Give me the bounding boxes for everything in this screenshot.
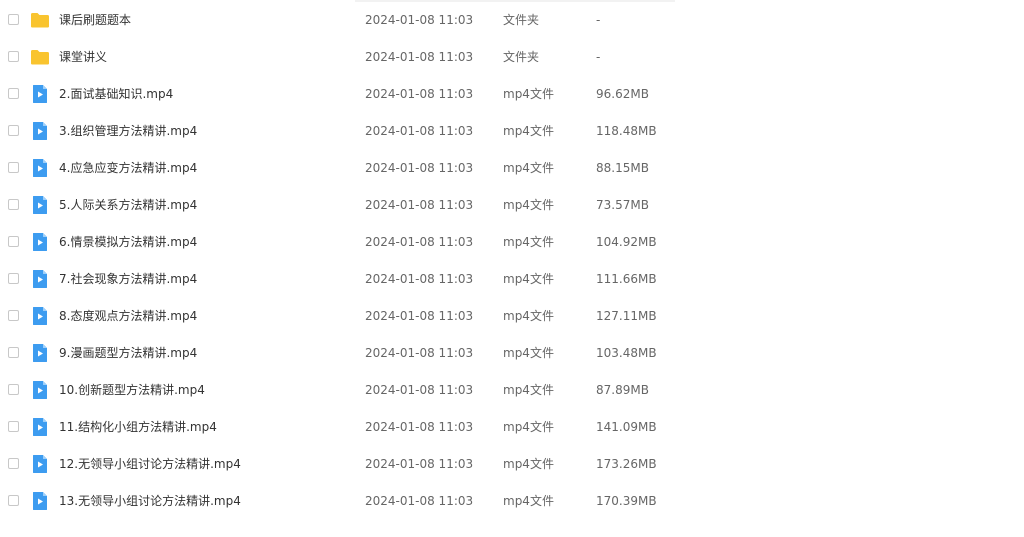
file-name[interactable]: 课后刷题题本	[59, 12, 131, 28]
select-checkbox[interactable]	[8, 347, 19, 358]
select-checkbox[interactable]	[8, 458, 19, 469]
folder-icon	[30, 10, 50, 30]
modified-date: 2024-01-08 11:03	[365, 13, 474, 27]
folder-icon	[30, 47, 50, 67]
file-name[interactable]: 4.应急应变方法精讲.mp4	[59, 160, 197, 176]
file-list: 课后刷题题本 2024-01-08 11:03 文件夹 - 课堂讲义 2024-01-0…	[0, 2, 1024, 520]
file-row[interactable]: 12.无领导小组讨论方法精讲.mp4 2024-01-08 11:03 mp4文件 1…	[0, 446, 1024, 483]
file-row[interactable]: 课后刷题题本 2024-01-08 11:03 文件夹 -	[0, 2, 1024, 39]
modified-date: 2024-01-08 11:03	[365, 420, 474, 434]
file-row[interactable]: 3.组织管理方法精讲.mp4 2024-01-08 11:03 mp4文件 118.4…	[0, 113, 1024, 150]
modified-date: 2024-01-08 11:03	[365, 87, 474, 101]
video-file-icon	[30, 121, 50, 141]
select-checkbox[interactable]	[8, 310, 19, 321]
file-name[interactable]: 8.态度观点方法精讲.mp4	[59, 308, 197, 324]
file-row[interactable]: 4.应急应变方法精讲.mp4 2024-01-08 11:03 mp4文件 88.15…	[0, 150, 1024, 187]
file-name[interactable]: 9.漫画题型方法精讲.mp4	[59, 345, 197, 361]
select-checkbox[interactable]	[8, 384, 19, 395]
file-row[interactable]: 9.漫画题型方法精讲.mp4 2024-01-08 11:03 mp4文件 103.4…	[0, 335, 1024, 372]
file-name[interactable]: 课堂讲义	[59, 49, 107, 65]
file-size: 127.11MB	[596, 309, 657, 323]
file-type: mp4文件	[503, 198, 554, 212]
file-type: mp4文件	[503, 383, 554, 397]
select-checkbox[interactable]	[8, 51, 19, 62]
file-row[interactable]: 13.无领导小组讨论方法精讲.mp4 2024-01-08 11:03 mp4文件 1…	[0, 483, 1024, 520]
file-size: 87.89MB	[596, 383, 649, 397]
select-checkbox[interactable]	[8, 162, 19, 173]
file-type: 文件夹	[503, 13, 540, 27]
file-name[interactable]: 12.无领导小组讨论方法精讲.mp4	[59, 456, 241, 472]
file-name[interactable]: 2.面试基础知识.mp4	[59, 86, 173, 102]
file-row[interactable]: 课堂讲义 2024-01-08 11:03 文件夹 -	[0, 39, 1024, 76]
file-type: mp4文件	[503, 272, 554, 286]
modified-date: 2024-01-08 11:03	[365, 309, 474, 323]
file-type: mp4文件	[503, 420, 554, 434]
file-type: mp4文件	[503, 346, 554, 360]
file-size: 118.48MB	[596, 124, 657, 138]
file-size: 103.48MB	[596, 346, 657, 360]
file-row[interactable]: 7.社会现象方法精讲.mp4 2024-01-08 11:03 mp4文件 111.6…	[0, 261, 1024, 298]
modified-date: 2024-01-08 11:03	[365, 161, 474, 175]
file-name[interactable]: 6.情景模拟方法精讲.mp4	[59, 234, 197, 250]
file-size: 170.39MB	[596, 494, 657, 508]
file-type: mp4文件	[503, 124, 554, 138]
file-name[interactable]: 5.人际关系方法精讲.mp4	[59, 197, 197, 213]
select-checkbox[interactable]	[8, 14, 19, 25]
file-name[interactable]: 13.无领导小组讨论方法精讲.mp4	[59, 493, 241, 509]
modified-date: 2024-01-08 11:03	[365, 235, 474, 249]
video-file-icon	[30, 343, 50, 363]
file-size: -	[596, 50, 601, 64]
file-size: 88.15MB	[596, 161, 649, 175]
file-row[interactable]: 11.结构化小组方法精讲.mp4 2024-01-08 11:03 mp4文件 141…	[0, 409, 1024, 446]
video-file-icon	[30, 84, 50, 104]
file-type: mp4文件	[503, 457, 554, 471]
video-file-icon	[30, 380, 50, 400]
modified-date: 2024-01-08 11:03	[365, 198, 474, 212]
file-row[interactable]: 5.人际关系方法精讲.mp4 2024-01-08 11:03 mp4文件 73.57…	[0, 187, 1024, 224]
video-file-icon	[30, 158, 50, 178]
file-name[interactable]: 11.结构化小组方法精讲.mp4	[59, 419, 217, 435]
file-size: 141.09MB	[596, 420, 657, 434]
modified-date: 2024-01-08 11:03	[365, 346, 474, 360]
video-file-icon	[30, 195, 50, 215]
file-type: mp4文件	[503, 161, 554, 175]
modified-date: 2024-01-08 11:03	[365, 494, 474, 508]
file-type: 文件夹	[503, 50, 540, 64]
modified-date: 2024-01-08 11:03	[365, 272, 474, 286]
modified-date: 2024-01-08 11:03	[365, 383, 474, 397]
file-size: 96.62MB	[596, 87, 649, 101]
select-checkbox[interactable]	[8, 495, 19, 506]
file-row[interactable]: 2.面试基础知识.mp4 2024-01-08 11:03 mp4文件 96.62MB	[0, 76, 1024, 113]
file-size: -	[596, 13, 601, 27]
modified-date: 2024-01-08 11:03	[365, 124, 474, 138]
select-checkbox[interactable]	[8, 88, 19, 99]
file-name[interactable]: 10.创新题型方法精讲.mp4	[59, 382, 205, 398]
select-checkbox[interactable]	[8, 236, 19, 247]
file-type: mp4文件	[503, 309, 554, 323]
file-size: 111.66MB	[596, 272, 657, 286]
select-checkbox[interactable]	[8, 273, 19, 284]
modified-date: 2024-01-08 11:03	[365, 457, 474, 471]
modified-date: 2024-01-08 11:03	[365, 50, 474, 64]
video-file-icon	[30, 269, 50, 289]
select-checkbox[interactable]	[8, 199, 19, 210]
file-size: 104.92MB	[596, 235, 657, 249]
file-type: mp4文件	[503, 235, 554, 249]
file-size: 73.57MB	[596, 198, 649, 212]
file-row[interactable]: 8.态度观点方法精讲.mp4 2024-01-08 11:03 mp4文件 127.1…	[0, 298, 1024, 335]
video-file-icon	[30, 306, 50, 326]
select-checkbox[interactable]	[8, 125, 19, 136]
video-file-icon	[30, 491, 50, 511]
file-type: mp4文件	[503, 87, 554, 101]
file-row[interactable]: 6.情景模拟方法精讲.mp4 2024-01-08 11:03 mp4文件 104.9…	[0, 224, 1024, 261]
file-size: 173.26MB	[596, 457, 657, 471]
video-file-icon	[30, 417, 50, 437]
video-file-icon	[30, 232, 50, 252]
video-file-icon	[30, 454, 50, 474]
file-row[interactable]: 10.创新题型方法精讲.mp4 2024-01-08 11:03 mp4文件 87.8…	[0, 372, 1024, 409]
select-checkbox[interactable]	[8, 421, 19, 432]
file-type: mp4文件	[503, 494, 554, 508]
file-name[interactable]: 3.组织管理方法精讲.mp4	[59, 123, 197, 139]
file-name[interactable]: 7.社会现象方法精讲.mp4	[59, 271, 197, 287]
